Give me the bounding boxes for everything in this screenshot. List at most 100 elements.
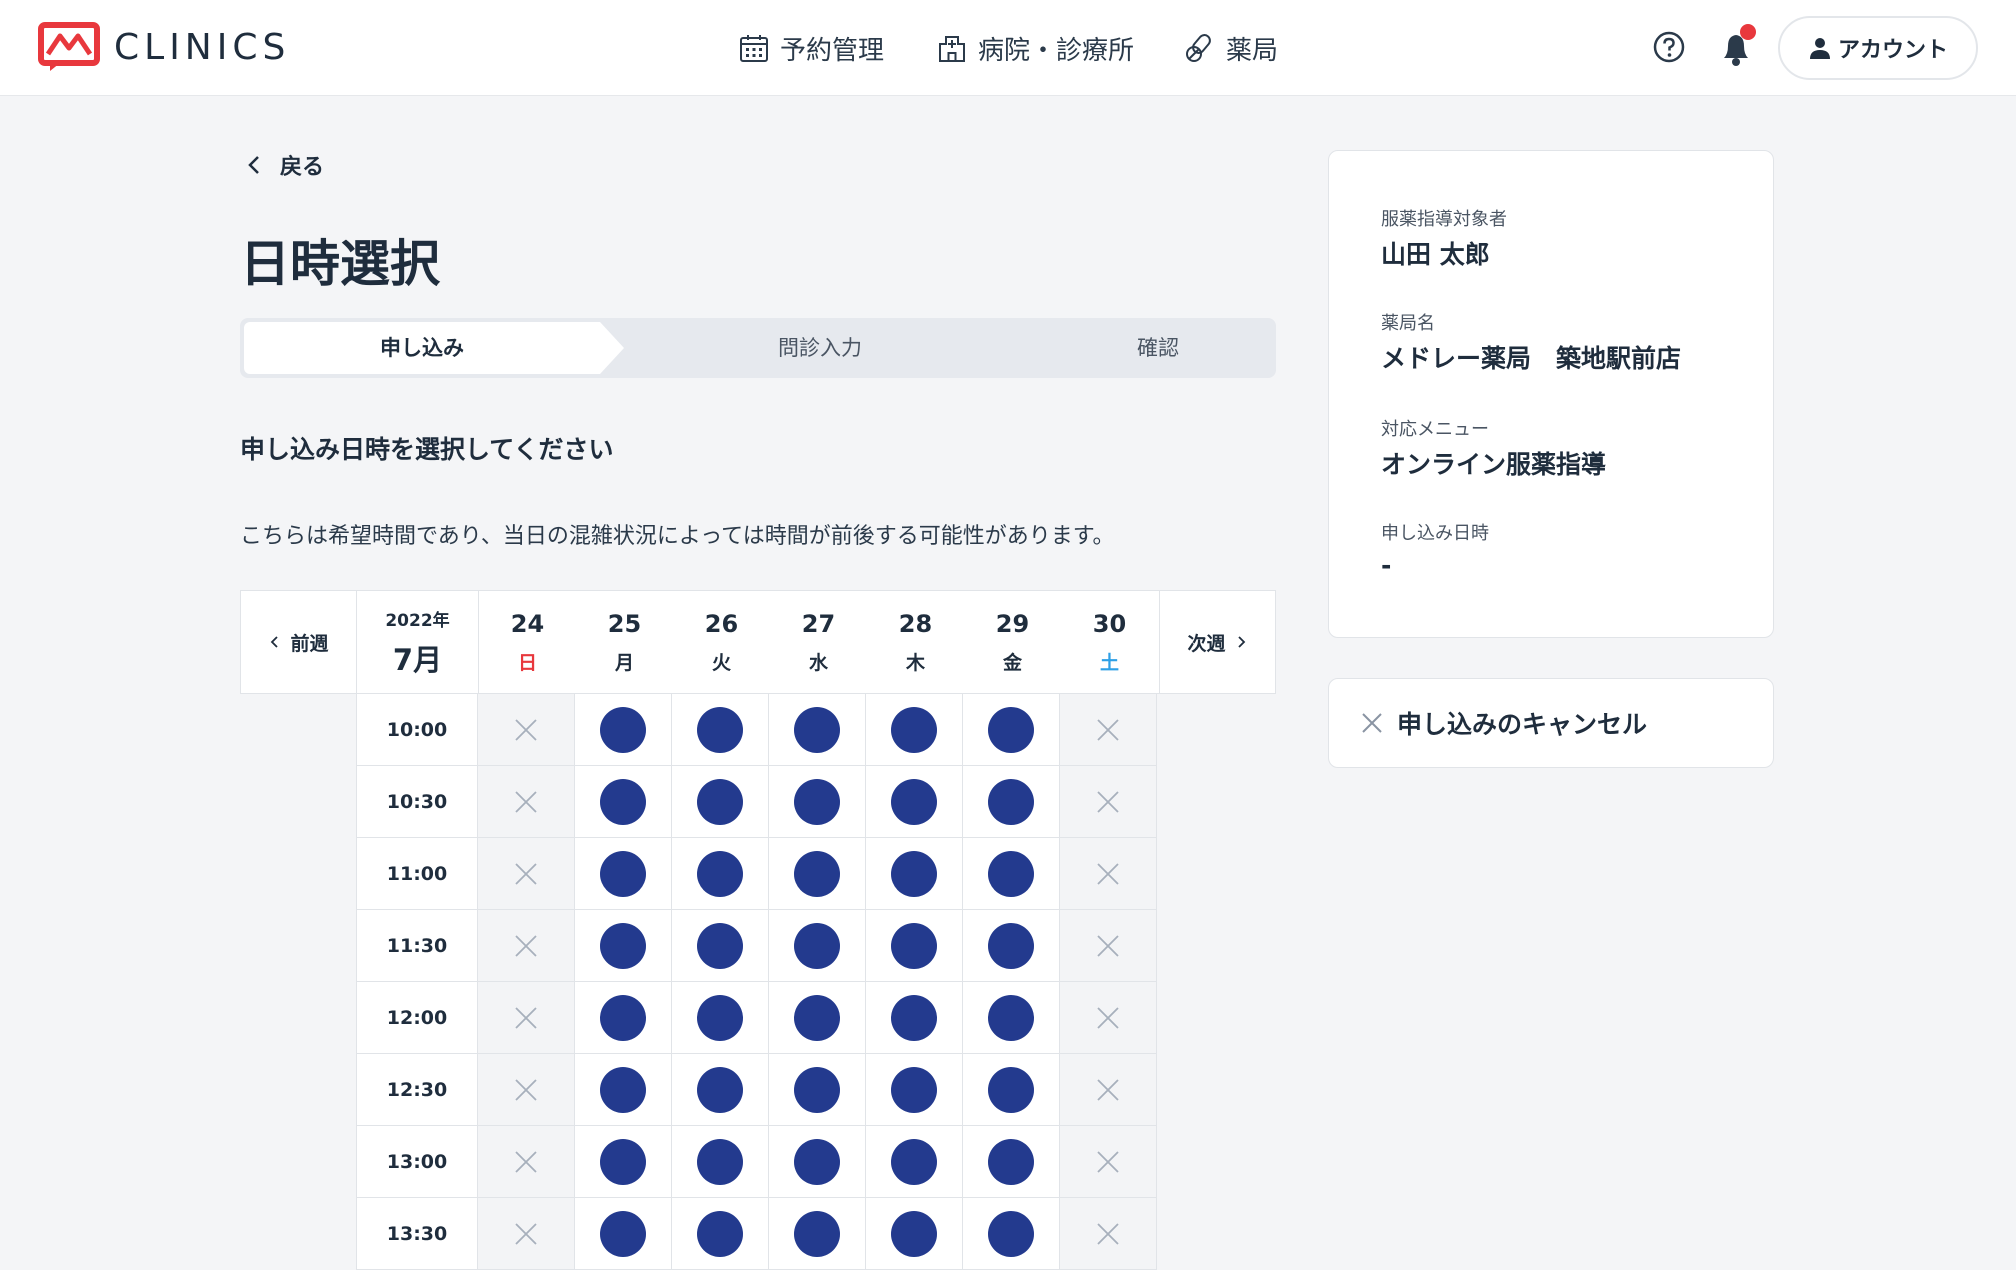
slot-available[interactable]	[963, 982, 1060, 1054]
nav-hospital-label: 病院・診療所	[978, 35, 1135, 66]
day-header: 29 金	[964, 591, 1061, 693]
slot-available[interactable]	[866, 1126, 963, 1198]
slot-available[interactable]	[575, 1126, 672, 1198]
available-circle-icon	[697, 922, 743, 969]
slot-available[interactable]	[575, 1054, 672, 1126]
available-circle-icon	[600, 1210, 646, 1257]
unavailable-x-icon	[515, 1222, 537, 1245]
available-circle-icon	[600, 1138, 646, 1185]
slot-available[interactable]	[963, 838, 1060, 910]
patient-label: 服薬指導対象者	[1381, 209, 1507, 230]
slot-available[interactable]	[866, 910, 963, 982]
slot-available[interactable]	[575, 982, 672, 1054]
time-row: 10:00	[356, 694, 1158, 766]
slot-available[interactable]	[866, 982, 963, 1054]
nav-reservation[interactable]: 予約管理	[738, 26, 884, 70]
unavailable-x-icon	[1097, 862, 1119, 885]
slot-available[interactable]	[672, 838, 769, 910]
time-label: 11:00	[356, 838, 478, 910]
slot-available[interactable]	[672, 694, 769, 766]
unavailable-x-icon	[515, 1150, 537, 1173]
slot-available[interactable]	[963, 1198, 1060, 1270]
slot-available[interactable]	[963, 1054, 1060, 1126]
slot-available[interactable]	[575, 694, 672, 766]
prev-week-button[interactable]: 前週	[241, 591, 357, 693]
slot-available[interactable]	[575, 766, 672, 838]
slot-unavailable	[1060, 694, 1157, 766]
slot-available[interactable]	[963, 694, 1060, 766]
slot-unavailable	[1060, 982, 1157, 1054]
available-circle-icon	[697, 850, 743, 897]
slot-available[interactable]	[866, 766, 963, 838]
nav-hospital[interactable]: 病院・診療所	[936, 26, 1134, 70]
slot-available[interactable]	[672, 910, 769, 982]
slot-available[interactable]	[769, 838, 866, 910]
chevron-left-icon	[248, 156, 259, 174]
next-week-label: 次週	[1187, 632, 1226, 655]
slot-unavailable	[1060, 1054, 1157, 1126]
slot-available[interactable]	[769, 1198, 866, 1270]
logo-text: CLINICS	[114, 26, 291, 68]
available-circle-icon	[891, 706, 937, 753]
slot-available[interactable]	[963, 910, 1060, 982]
unavailable-x-icon	[1097, 1006, 1119, 1029]
slot-available[interactable]	[769, 766, 866, 838]
day-header: 30 土	[1061, 591, 1158, 693]
slot-available[interactable]	[672, 982, 769, 1054]
slot-available[interactable]	[866, 1198, 963, 1270]
slot-available[interactable]	[866, 1054, 963, 1126]
slot-available[interactable]	[672, 1198, 769, 1270]
slot-available[interactable]	[672, 1054, 769, 1126]
page-title: 日時選択	[240, 235, 440, 293]
available-circle-icon	[988, 1210, 1034, 1257]
notification-dot	[1740, 24, 1756, 40]
calendar-month-label: 7月	[392, 642, 443, 677]
nav-pharmacy[interactable]: 薬局	[1184, 26, 1278, 70]
day-number: 29	[995, 609, 1030, 638]
unavailable-x-icon	[515, 1006, 537, 1029]
slot-available[interactable]	[769, 694, 866, 766]
available-circle-icon	[600, 706, 646, 753]
slot-available[interactable]	[769, 1054, 866, 1126]
step-confirm: 確認	[1137, 336, 1179, 360]
cancel-application-button[interactable]: 申し込みのキャンセル	[1328, 678, 1774, 768]
slot-available[interactable]	[963, 766, 1060, 838]
clinics-logo[interactable]: CLINICS	[38, 22, 290, 72]
notice-text: こちらは希望時間であり、当日の混雑状況によっては時間が前後する可能性があります。	[240, 524, 1115, 549]
slot-available[interactable]	[575, 910, 672, 982]
slot-available[interactable]	[866, 694, 963, 766]
unavailable-x-icon	[515, 862, 537, 885]
back-link[interactable]: 戻る	[244, 148, 324, 182]
slot-available[interactable]	[963, 1126, 1060, 1198]
notification-bell[interactable]	[1716, 24, 1756, 68]
unavailable-x-icon	[1097, 934, 1119, 957]
day-header: 25 月	[576, 591, 673, 693]
step-arrow	[600, 322, 624, 374]
available-circle-icon	[891, 994, 937, 1041]
help-icon[interactable]	[1652, 30, 1686, 64]
slot-unavailable	[1060, 838, 1157, 910]
slot-available[interactable]	[769, 982, 866, 1054]
time-row: 12:30	[356, 1054, 1158, 1126]
unavailable-x-icon	[515, 1078, 537, 1101]
slot-available[interactable]	[672, 1126, 769, 1198]
step-application: 申し込み	[244, 322, 600, 374]
slot-available[interactable]	[769, 1126, 866, 1198]
account-button[interactable]: アカウント	[1778, 16, 1978, 80]
day-weekday: 金	[1002, 651, 1022, 674]
time-label: 13:00	[356, 1126, 478, 1198]
unavailable-x-icon	[515, 790, 537, 813]
calendar-month: 2022年 7月	[357, 591, 479, 693]
progress-stepper: 申し込み 問診入力 確認	[240, 318, 1276, 378]
slot-available[interactable]	[575, 838, 672, 910]
slot-available[interactable]	[769, 910, 866, 982]
slot-available[interactable]	[575, 1198, 672, 1270]
unavailable-x-icon	[1097, 790, 1119, 813]
available-circle-icon	[794, 922, 840, 969]
slot-available[interactable]	[672, 766, 769, 838]
next-week-button[interactable]: 次週	[1159, 591, 1275, 693]
available-circle-icon	[697, 778, 743, 825]
day-weekday: 月	[614, 651, 634, 674]
slot-available[interactable]	[866, 838, 963, 910]
time-label: 10:00	[356, 694, 478, 766]
